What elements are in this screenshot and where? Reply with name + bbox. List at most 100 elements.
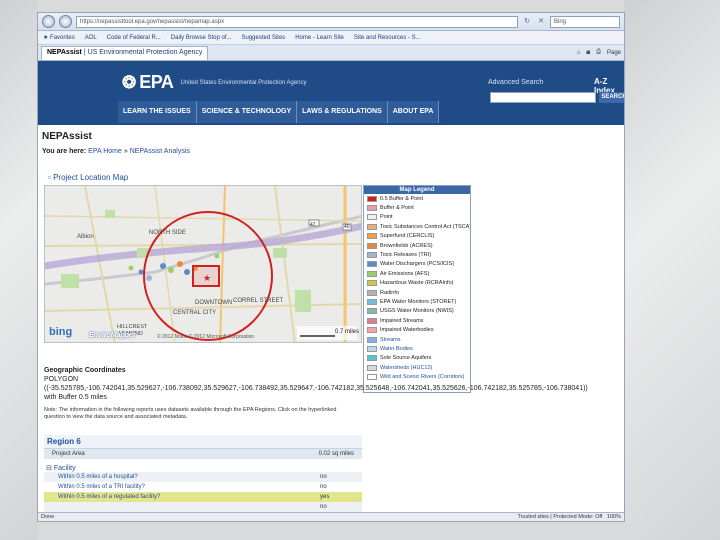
legend-item[interactable]: Impaired Waterbodies [364, 325, 470, 334]
facility-answer: no [320, 474, 327, 480]
home-icon[interactable]: ⌂ [577, 50, 581, 56]
site-search-input[interactable] [490, 92, 596, 103]
map-enviromapper-logo: EnviroMapper [89, 332, 136, 339]
project-location-map[interactable]: ★ NORTH SIDE Albion DOWNTOWN CENTRAL CIT… [44, 185, 362, 343]
legend-item-label: Wild and Scenic Rivers (Corridors) [380, 374, 465, 381]
legend-item[interactable]: Buffer & Point [364, 203, 470, 212]
facility-question-link[interactable]: Within 0.5 miles of a regulated facility… [58, 494, 160, 500]
legend-title: Map Legend [364, 186, 470, 194]
legend-swatch [367, 214, 377, 221]
map-label-albion: Albion [77, 234, 94, 240]
browser-window: https://nepassisttool.epa.gov/nepassist/… [37, 12, 625, 522]
legend-item[interactable]: Wild and Scenic Rivers (Corridors) [364, 372, 470, 381]
legend-item-label: Impaired Waterbodies [380, 327, 434, 334]
main-nav: LEARN THE ISSUES SCIENCE & TECHNOLOGY LA… [118, 101, 440, 123]
tab-nepassist[interactable]: NEPAssist | US Environmental Protection … [41, 45, 209, 60]
legend-item[interactable]: USGS Water Monitors (NWIS) [364, 307, 470, 316]
highway-shield: 40 [344, 224, 350, 230]
legend-item[interactable]: Radinfo [364, 288, 470, 297]
project-area-row: Project Area 0.02 sq miles [44, 449, 362, 459]
legend-item[interactable]: Brownfields (ACRES) [364, 241, 470, 250]
nav-laws-regulations[interactable]: LAWS & REGULATIONS [297, 101, 388, 123]
facility-question-link[interactable]: Within 0.5 miles of a hospital? [58, 474, 138, 480]
back-button[interactable] [42, 15, 55, 28]
legend-item-label: Watersheds (HUC12) [380, 364, 433, 371]
geo-buffer: with Buffer 0.5 miles [44, 394, 107, 401]
legend-item-label: Toxic Releases (TRI) [380, 252, 432, 259]
legend-item[interactable]: Water Dischargers (PCS/ICIS) [364, 260, 470, 269]
breadcrumb-current: NEPAssist Analysis [129, 148, 190, 155]
favorite-link[interactable]: Code of Federal R... [107, 35, 161, 41]
legend-item-label: Buffer & Point [380, 205, 414, 212]
breadcrumb-home-link[interactable]: EPA Home [88, 148, 122, 155]
legend-item[interactable]: Hazardous Waste (RCRAInfo) [364, 279, 470, 288]
legend-swatch [367, 364, 377, 371]
epa-logo[interactable]: ❂ EPA United States Environmental Protec… [122, 72, 307, 93]
epa-header: ❂ EPA United States Environmental Protec… [38, 61, 624, 125]
geographic-coordinates: Geographic Coordinates POLYGON ((-35.525… [44, 366, 588, 402]
map-bing-logo: bing [49, 326, 73, 338]
facility-question-row: Within 0.5 miles of a hospital? no [44, 472, 362, 482]
print-icon[interactable]: ⎙ [596, 49, 601, 56]
favorite-link[interactable]: Home - Learn Site [295, 35, 344, 41]
legend-item-label: 0.5 Buffer & Point [380, 195, 424, 202]
legend-item[interactable]: Toxic Substances Control Act (TSCA) [364, 222, 470, 231]
legend-item-label: Hazardous Waste (RCRAInfo) [380, 280, 454, 287]
legend-item[interactable]: Watersheds (HUC12) [364, 363, 470, 372]
favorite-link[interactable]: Daily Browse Stop of... [171, 35, 232, 41]
map-attribution: © 2012 Nokia © 2012 Microsoft Corporatio… [157, 334, 255, 340]
favorite-link[interactable]: AOL [85, 35, 97, 41]
command-bar: ⌂ ◙ ⎙ Page [577, 49, 621, 56]
legend-item[interactable]: EPA Water Monitors (STORET) [364, 297, 470, 306]
legend-item[interactable]: Air Emissions (AFS) [364, 269, 470, 278]
favorite-link[interactable]: Site and Resources - S... [354, 35, 421, 41]
page-title: NEPAssist [42, 131, 92, 142]
favorite-link[interactable]: Suggested Sites [241, 35, 285, 41]
map-label-hillcrest: HILLCREST [117, 324, 148, 330]
nav-learn-the-issues[interactable]: LEARN THE ISSUES [118, 101, 197, 123]
legend-item-label: EPA Water Monitors (STORET) [380, 298, 457, 305]
legend-swatch [367, 205, 377, 212]
advanced-search-link[interactable]: Advanced Search [488, 79, 543, 86]
site-search-button[interactable]: SEARCH [599, 92, 624, 103]
facility-question-row: no [44, 502, 362, 512]
legend-swatch [367, 223, 377, 230]
forward-button[interactable] [59, 15, 72, 28]
legend-item-label: Streams [380, 336, 401, 343]
search-input[interactable]: Bing [550, 15, 620, 28]
map-section-title[interactable]: ▫ Project Location Map [48, 173, 128, 182]
legend-swatch [367, 355, 377, 362]
report-note: Note: The information in the following r… [44, 407, 337, 420]
map-label-correll-street: CORREL STREET [233, 298, 284, 304]
legend-item[interactable]: Water Bodies [364, 344, 470, 353]
legend-item[interactable]: Point [364, 213, 470, 222]
legend-swatch [367, 195, 377, 202]
facility-question-link[interactable]: Within 0.5 miles of a TRI facility? [58, 484, 145, 490]
feed-icon[interactable]: ◙ [587, 50, 591, 56]
legend-item[interactable]: Streams [364, 335, 470, 344]
nav-about-epa[interactable]: ABOUT EPA [388, 101, 440, 123]
legend-item[interactable]: Superfund (CERCLIS) [364, 232, 470, 241]
legend-swatch [367, 270, 377, 277]
legend-item-label: Air Emissions (AFS) [380, 270, 430, 277]
page-menu[interactable]: Page [607, 50, 621, 56]
legend-item[interactable]: Sole Source Aquifers [364, 354, 470, 363]
url-input[interactable]: https://nepassisttool.epa.gov/nepassist/… [76, 15, 518, 28]
stop-icon[interactable]: ✕ [536, 17, 546, 27]
slide-background-left [0, 0, 38, 540]
geo-title: Geographic Coordinates [44, 367, 126, 374]
region-title[interactable]: Region 6 [44, 435, 362, 449]
legend-item[interactable]: 0.5 Buffer & Point [364, 194, 470, 203]
nav-science-technology[interactable]: SCIENCE & TECHNOLOGY [197, 101, 298, 123]
legend-swatch [367, 242, 377, 249]
legend-item[interactable]: Toxic Releases (TRI) [364, 250, 470, 259]
facility-heading[interactable]: ⊟ Facility [44, 464, 362, 472]
legend-top-items: 0.5 Buffer & Point Buffer & Point Point [364, 194, 470, 222]
address-bar: https://nepassisttool.epa.gov/nepassist/… [38, 13, 624, 31]
map-legend: Map Legend 0.5 Buffer & Point Buffer & Po… [363, 185, 471, 393]
refresh-icon[interactable]: ↻ [522, 17, 532, 27]
favorites-button[interactable]: ★ Favorites [43, 34, 75, 41]
tab-bar: NEPAssist | US Environmental Protection … [38, 45, 624, 61]
legend-item[interactable]: Impaired Streams [364, 316, 470, 325]
svg-text:★: ★ [203, 274, 211, 284]
